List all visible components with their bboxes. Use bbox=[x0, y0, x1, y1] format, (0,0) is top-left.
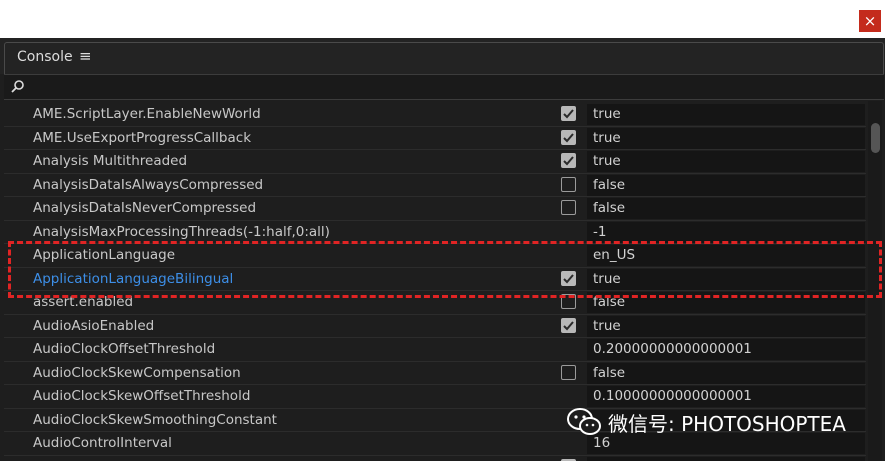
setting-name: AudioClockSkewCompensation bbox=[33, 364, 241, 381]
setting-value: false bbox=[593, 176, 626, 193]
list-item[interactable] bbox=[4, 456, 866, 461]
setting-name: AME.ScriptLayer.EnableNewWorld bbox=[33, 106, 261, 122]
list-item[interactable]: ApplicationLanguage en_US bbox=[4, 244, 866, 268]
setting-value: true bbox=[593, 153, 621, 169]
check-icon bbox=[563, 320, 574, 330]
setting-value: true bbox=[593, 270, 621, 287]
setting-value: true bbox=[593, 317, 621, 334]
setting-name: AudioClockSkewSmoothingConstant bbox=[33, 411, 277, 428]
setting-value-field[interactable]: 0.20000000000000001 bbox=[587, 339, 865, 360]
setting-value: 0.20000000000000001 bbox=[593, 341, 752, 357]
check-icon bbox=[563, 156, 574, 166]
scrollbar[interactable] bbox=[868, 101, 882, 461]
scrollbar-thumb[interactable] bbox=[871, 123, 880, 153]
setting-checkbox[interactable] bbox=[561, 364, 576, 380]
setting-checkbox[interactable] bbox=[561, 317, 576, 333]
setting-name: ApplicationLanguageBilingual bbox=[33, 270, 234, 287]
panel-menu-icon[interactable]: ≡ bbox=[79, 47, 92, 65]
list-item[interactable]: AudioClockOffsetThreshold 0.2000000000000… bbox=[4, 338, 866, 362]
window-titlebar: × bbox=[0, 0, 885, 38]
list-item[interactable]: AnalysisDataIsAlwaysCompressed false bbox=[4, 174, 866, 197]
setting-name: AME.UseExportProgressCallback bbox=[33, 129, 252, 146]
setting-value-field[interactable]: en_US bbox=[587, 245, 865, 266]
setting-value-field[interactable] bbox=[587, 456, 865, 461]
setting-checkbox[interactable] bbox=[561, 270, 576, 286]
setting-name: AudioAsioEnabled bbox=[33, 317, 155, 334]
setting-name: AnalysisMaxProcessingThreads(-1:half,0:a… bbox=[33, 223, 330, 240]
setting-checkbox[interactable] bbox=[561, 294, 576, 309]
list-item[interactable]: ApplicationLanguageBilingual true bbox=[4, 268, 866, 291]
setting-value-field[interactable]: -1 bbox=[587, 221, 865, 243]
setting-value: false bbox=[593, 200, 626, 216]
list-item[interactable]: assert.enabled false bbox=[4, 291, 866, 315]
search-icon bbox=[11, 80, 24, 93]
close-button[interactable]: × bbox=[859, 10, 881, 32]
setting-value: false bbox=[593, 364, 626, 381]
list-item[interactable]: AME.ScriptLayer.EnableNewWorld true bbox=[4, 103, 866, 127]
search-input[interactable] bbox=[4, 74, 884, 100]
setting-checkbox[interactable] bbox=[561, 200, 576, 215]
setting-value: true bbox=[593, 129, 621, 146]
setting-value-field[interactable]: true bbox=[587, 315, 865, 337]
watermark: 微信号: PHOTOSHOPTEA bbox=[566, 404, 846, 440]
check-icon bbox=[563, 109, 574, 119]
setting-value-field[interactable]: true bbox=[587, 268, 865, 290]
setting-value-field[interactable]: false bbox=[587, 292, 865, 313]
setting-checkbox[interactable] bbox=[561, 176, 576, 192]
check-icon bbox=[563, 132, 574, 142]
check-icon bbox=[563, 273, 574, 283]
setting-name: AudioClockOffsetThreshold bbox=[33, 341, 216, 357]
setting-name: ApplicationLanguage bbox=[33, 247, 176, 263]
panel-tab-bar: Console ≡ bbox=[0, 38, 885, 74]
list-item[interactable]: AudioClockSkewCompensation false bbox=[4, 362, 866, 385]
tab-console[interactable]: Console ≡ bbox=[4, 42, 884, 74]
setting-checkbox[interactable] bbox=[561, 153, 576, 168]
setting-name: AnalysisDataIsAlwaysCompressed bbox=[33, 176, 264, 193]
setting-value: true bbox=[593, 106, 621, 122]
setting-name: AudioControlInterval bbox=[33, 435, 172, 451]
setting-checkbox[interactable] bbox=[561, 129, 576, 145]
setting-value: 0.10000000000000001 bbox=[593, 388, 752, 404]
setting-name: AnalysisDataIsNeverCompressed bbox=[33, 200, 257, 216]
setting-value-field[interactable]: false bbox=[587, 198, 865, 219]
setting-name: Analysis Multithreaded bbox=[33, 153, 188, 169]
setting-name: assert.enabled bbox=[33, 294, 134, 310]
wechat-icon bbox=[567, 408, 601, 435]
tab-console-label: Console bbox=[17, 49, 73, 65]
setting-value: false bbox=[593, 294, 626, 310]
setting-value-field[interactable]: true bbox=[587, 127, 865, 149]
list-item[interactable]: AnalysisMaxProcessingThreads(-1:half,0:a… bbox=[4, 221, 866, 244]
setting-checkbox[interactable] bbox=[561, 106, 576, 121]
list-item[interactable]: AnalysisDataIsNeverCompressed false bbox=[4, 197, 866, 221]
setting-value: -1 bbox=[593, 223, 607, 240]
setting-value: en_US bbox=[593, 247, 636, 263]
setting-name: AudioClockSkewOffsetThreshold bbox=[33, 388, 251, 404]
setting-value-field[interactable]: false bbox=[587, 362, 865, 384]
list-item[interactable]: AME.UseExportProgressCallback true bbox=[4, 127, 866, 150]
setting-value-field[interactable]: true bbox=[587, 151, 865, 172]
watermark-text: 微信号: PHOTOSHOPTEA bbox=[608, 411, 846, 436]
list-item[interactable]: AudioAsioEnabled true bbox=[4, 315, 866, 338]
list-item[interactable]: Analysis Multithreaded true bbox=[4, 150, 866, 174]
setting-value-field[interactable]: false bbox=[587, 174, 865, 196]
setting-value-field[interactable]: true bbox=[587, 104, 865, 125]
console-panel: Console ≡ AME.ScriptLayer.EnableNewWorld… bbox=[0, 38, 885, 461]
